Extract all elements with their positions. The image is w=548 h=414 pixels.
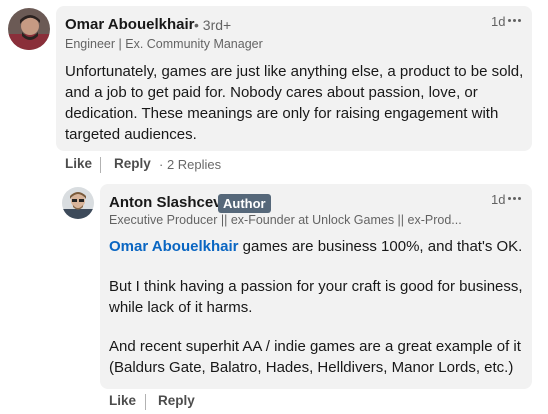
reply-author-avatar[interactable] bbox=[62, 187, 94, 219]
reply-author-headline: Executive Producer || ex-Founder at Unlo… bbox=[109, 213, 462, 227]
reply-body-line: (Baldurs Gate, Balatro, Hades, Helldiver… bbox=[109, 359, 514, 376]
comment-body-line: Unfortunately, games are just like anyth… bbox=[65, 63, 524, 80]
commenter-name[interactable]: Omar Abouelkhair bbox=[65, 16, 194, 33]
mention-link[interactable]: Omar Abouelkhair bbox=[109, 238, 238, 255]
more-options-icon[interactable] bbox=[508, 16, 522, 26]
replies-count-link[interactable]: · 2 Replies bbox=[159, 157, 221, 172]
reply-author-name[interactable]: Anton Slashcev bbox=[109, 194, 222, 211]
reply-body-line: But I think having a passion for your cr… bbox=[109, 278, 523, 295]
reply-body-paragraph-3: And recent superhit AA / indie games are… bbox=[109, 336, 521, 378]
reply-body-text: games are business 100%, and that's OK. bbox=[238, 238, 523, 255]
reply-body-paragraph-2: But I think having a passion for your cr… bbox=[109, 276, 523, 318]
connection-degree: • 3rd+ bbox=[194, 17, 232, 33]
commenter-headline: Engineer | Ex. Community Manager bbox=[65, 37, 263, 51]
reply-body-line: And recent superhit AA / indie games are… bbox=[109, 338, 521, 355]
commenter-avatar[interactable] bbox=[8, 8, 50, 50]
comment-body: Unfortunately, games are just like anyth… bbox=[65, 61, 523, 145]
reply-reply-button[interactable]: Reply bbox=[158, 393, 195, 408]
comment-time: 1d bbox=[491, 14, 506, 29]
reply-like-button[interactable]: Like bbox=[109, 393, 136, 408]
profile-photo-icon bbox=[8, 8, 50, 50]
comment-body-line: targeted audiences. bbox=[65, 126, 197, 143]
reply-body-line: while lack of it harms. bbox=[109, 299, 253, 316]
action-divider bbox=[145, 394, 146, 410]
author-badge: Author bbox=[218, 194, 271, 213]
comment-body-line: dedication. These meanings are only for … bbox=[65, 105, 499, 122]
profile-photo-icon bbox=[62, 187, 94, 219]
like-button[interactable]: Like bbox=[65, 156, 92, 171]
reply-button[interactable]: Reply bbox=[114, 156, 151, 171]
reply-body-line-1: Omar Abouelkhair games are business 100%… bbox=[109, 236, 522, 257]
comment-body-line: and a job to get paid for. Nobody cares … bbox=[65, 84, 478, 101]
more-options-icon[interactable] bbox=[508, 194, 522, 204]
action-divider bbox=[100, 157, 101, 173]
reply-time: 1d bbox=[491, 192, 506, 207]
